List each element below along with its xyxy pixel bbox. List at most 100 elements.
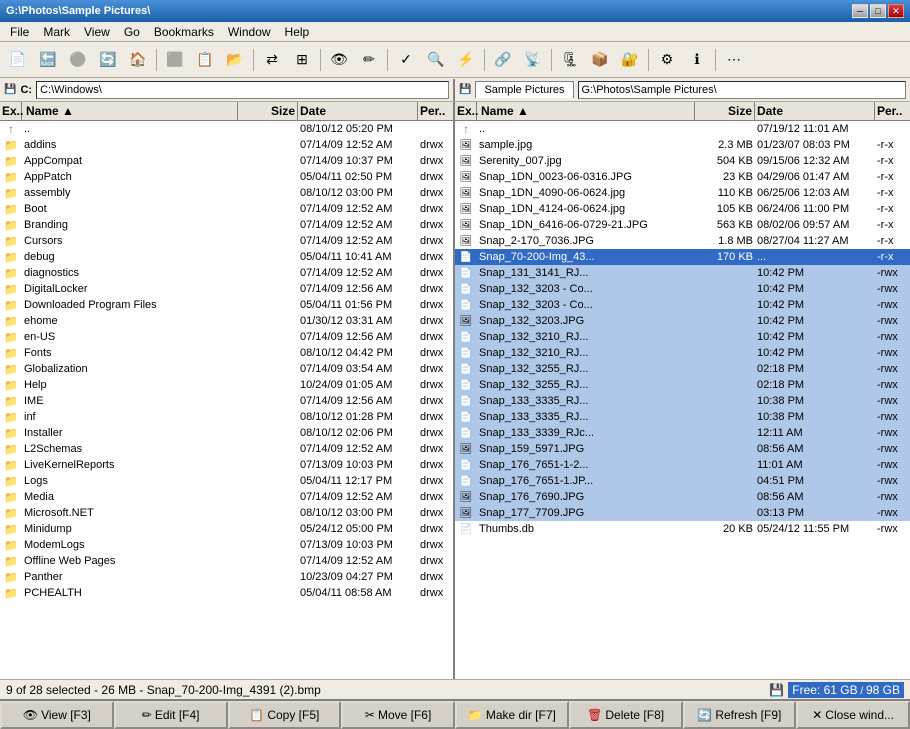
left-file-row[interactable]: 📁 Media 07/14/09 12:52 AM drwx [0,489,453,505]
left-file-row[interactable]: 📁 Logs 05/04/11 12:17 PM drwx [0,473,453,489]
right-file-row[interactable]: 📄 Snap_176_7651-1.JP... 04:51 PM -rwx [455,473,910,489]
toolbar-compare[interactable]: ⊞ [288,46,316,74]
left-file-row[interactable]: 📁 LiveKernelReports 07/13/09 10:03 PM dr… [0,457,453,473]
right-file-row[interactable]: 📄 Snap_131_3141_RJ... 10:42 PM -rwx [455,265,910,281]
bottom-btn-close-wind---[interactable]: ✕Close wind... [796,701,910,729]
toolbar-sync[interactable]: ⇄ [258,46,286,74]
menu-bookmarks[interactable]: Bookmarks [148,24,220,40]
bottom-btn-move--f6-[interactable]: ✂Move [F6] [341,701,455,729]
menu-window[interactable]: Window [222,24,277,40]
left-file-row[interactable]: 📁 ehome 01/30/12 03:31 AM drwx [0,313,453,329]
toolbar-disconnect[interactable]: 📡 [519,46,547,74]
left-file-row[interactable]: 📁 Offline Web Pages 07/14/09 12:52 AM dr… [0,553,453,569]
right-file-row[interactable]: 🖼 Snap_176_7690.JPG 08:56 AM -rwx [455,489,910,505]
left-file-row[interactable]: 📁 Panther 10/23/09 04:27 PM drwx [0,569,453,585]
toolbar-filter[interactable]: ⚡ [452,46,480,74]
minimize-button[interactable]: ─ [852,4,868,18]
left-file-row[interactable]: ↑ .. 08/10/12 05:20 PM [0,121,453,137]
right-file-row[interactable]: 🖼 Serenity_007.jpg 504 KB 09/15/06 12:32… [455,153,910,169]
toolbar-move[interactable]: 📂 [221,46,249,74]
left-file-row[interactable]: 📁 Boot 07/14/09 12:52 AM drwx [0,201,453,217]
left-file-row[interactable]: 📁 Microsoft.NET 08/10/12 03:00 PM drwx [0,505,453,521]
toolbar-more[interactable]: ⋯ [720,46,748,74]
right-file-row[interactable]: 📄 Snap_132_3255_RJ... 02:18 PM -rwx [455,377,910,393]
toolbar-connect[interactable]: 🔗 [489,46,517,74]
right-header-name[interactable]: Name ▲ [477,102,695,120]
left-file-row[interactable]: 📁 Globalization 07/14/09 03:54 AM drwx [0,361,453,377]
toolbar-settings[interactable]: ⚙ [653,46,681,74]
toolbar-back[interactable]: 🔙 [34,46,62,74]
toolbar-archive[interactable]: 🗜 [556,46,584,74]
left-file-row[interactable]: 📁 Installer 08/10/12 02:06 PM drwx [0,425,453,441]
right-file-row[interactable]: 📄 Snap_176_7651-1-2... 11:01 AM -rwx [455,457,910,473]
right-file-row[interactable]: 📄 Snap_133_3339_RJc... 12:11 AM -rwx [455,425,910,441]
left-file-row[interactable]: 📁 Fonts 08/10/12 04:42 PM drwx [0,345,453,361]
toolbar-btn5[interactable]: ⬛ [161,46,189,74]
right-header-size[interactable]: Size [695,102,755,120]
toolbar-extract[interactable]: 📦 [586,46,614,74]
toolbar-refresh[interactable]: 🔄 [94,46,122,74]
right-file-row[interactable]: 📄 Snap_132_3210_RJ... 10:42 PM -rwx [455,345,910,361]
right-file-row[interactable]: 📄 Snap_132_3210_RJ... 10:42 PM -rwx [455,329,910,345]
right-file-row[interactable]: 🖼 Snap_177_7709.JPG 03:13 PM -rwx [455,505,910,521]
right-file-row[interactable]: 📄 Snap_132_3255_RJ... 02:18 PM -rwx [455,361,910,377]
left-file-row[interactable]: 📁 PCHEALTH 05/04/11 08:58 AM drwx [0,585,453,601]
right-file-row[interactable]: 🖼 Snap_159_5971.JPG 08:56 AM -rwx [455,441,910,457]
left-file-row[interactable]: 📁 AppPatch 05/04/11 02:50 PM drwx [0,169,453,185]
left-file-row[interactable]: 📁 diagnostics 07/14/09 12:52 AM drwx [0,265,453,281]
toolbar-encrypt[interactable]: 🔐 [616,46,644,74]
right-file-row[interactable]: 📄 Snap_70-200-Img_43... 170 KB ... -r-x [455,249,910,265]
toolbar-new[interactable]: 📄 [4,46,32,74]
menu-go[interactable]: Go [118,24,146,40]
right-file-list[interactable]: ↑ .. 07/19/12 11:01 AM 🖼 sample.jpg 2.3 … [455,121,910,679]
left-file-row[interactable]: 📁 debug 05/04/11 10:41 AM drwx [0,249,453,265]
left-file-row[interactable]: 📁 L2Schemas 07/14/09 12:52 AM drwx [0,441,453,457]
bottom-btn-edit--f4-[interactable]: ✏Edit [F4] [114,701,228,729]
bottom-btn-make-dir--f7-[interactable]: 📁Make dir [F7] [455,701,569,729]
right-tab[interactable]: Sample Pictures [475,81,573,98]
right-header-date[interactable]: Date [755,102,875,120]
left-file-row[interactable]: 📁 Cursors 07/14/09 12:52 AM drwx [0,233,453,249]
right-file-row[interactable]: 🖼 Snap_1DN_4090-06-0624.jpg 110 KB 06/25… [455,185,910,201]
toolbar-copy[interactable]: 📋 [191,46,219,74]
left-file-row[interactable]: 📁 Minidump 05/24/12 05:00 PM drwx [0,521,453,537]
right-file-row[interactable]: 📄 Thumbs.db 20 KB 05/24/12 11:55 PM -rwx [455,521,910,537]
left-file-row[interactable]: 📁 inf 08/10/12 01:28 PM drwx [0,409,453,425]
menu-view[interactable]: View [78,24,116,40]
left-file-row[interactable]: 📁 IME 07/14/09 12:56 AM drwx [0,393,453,409]
right-file-row[interactable]: 📄 Snap_132_3203 - Co... 10:42 PM -rwx [455,297,910,313]
toolbar-info[interactable]: ℹ [683,46,711,74]
left-file-list[interactable]: ↑ .. 08/10/12 05:20 PM 📁 addins 07/14/09… [0,121,453,679]
left-header-name[interactable]: Name ▲ [22,102,238,120]
right-file-row[interactable]: 📄 Snap_133_3335_RJ... 10:38 PM -rwx [455,409,910,425]
right-file-row[interactable]: 🖼 Snap_1DN_0023-06-0316.JPG 23 KB 04/29/… [455,169,910,185]
left-file-row[interactable]: 📁 Downloaded Program Files 05/04/11 01:5… [0,297,453,313]
bottom-btn-delete--f8-[interactable]: 🗑Delete [F8] [569,701,683,729]
right-file-row[interactable]: 🖼 Snap_1DN_4124-06-0624.jpg 105 KB 06/24… [455,201,910,217]
toolbar-forward-disabled[interactable]: ⚫ [64,46,92,74]
bottom-btn-view--f3-[interactable]: 👁View [F3] [0,701,114,729]
left-file-row[interactable]: 📁 assembly 08/10/12 03:00 PM drwx [0,185,453,201]
toolbar-find[interactable]: 🔍 [422,46,450,74]
right-file-row[interactable]: 📄 Snap_133_3335_RJ... 10:38 PM -rwx [455,393,910,409]
toolbar-home[interactable]: 🏠 [124,46,152,74]
right-file-row[interactable]: 🖼 sample.jpg 2.3 MB 01/23/07 08:03 PM -r… [455,137,910,153]
left-file-row[interactable]: 📁 AppCompat 07/14/09 10:37 PM drwx [0,153,453,169]
toolbar-view[interactable]: 👁 [325,46,353,74]
close-button[interactable]: ✕ [888,4,904,18]
left-file-row[interactable]: 📁 en-US 07/14/09 12:56 AM drwx [0,329,453,345]
left-header-size[interactable]: Size [238,102,298,120]
left-header-date[interactable]: Date [298,102,418,120]
bottom-btn-refresh--f9-[interactable]: 🔄Refresh [F9] [683,701,797,729]
left-file-row[interactable]: 📁 Help 10/24/09 01:05 AM drwx [0,377,453,393]
menu-mark[interactable]: Mark [37,24,76,40]
bottom-btn-copy--f5-[interactable]: 📋Copy [F5] [228,701,342,729]
right-address-input[interactable] [578,81,906,99]
left-file-row[interactable]: 📁 Branding 07/14/09 12:52 AM drwx [0,217,453,233]
menu-file[interactable]: File [4,24,35,40]
right-file-row[interactable]: ↑ .. 07/19/12 11:01 AM [455,121,910,137]
left-file-row[interactable]: 📁 addins 07/14/09 12:52 AM drwx [0,137,453,153]
right-file-row[interactable]: 🖼 Snap_132_3203.JPG 10:42 PM -rwx [455,313,910,329]
left-file-row[interactable]: 📁 DigitalLocker 07/14/09 12:56 AM drwx [0,281,453,297]
toolbar-mark[interactable]: ✓ [392,46,420,74]
